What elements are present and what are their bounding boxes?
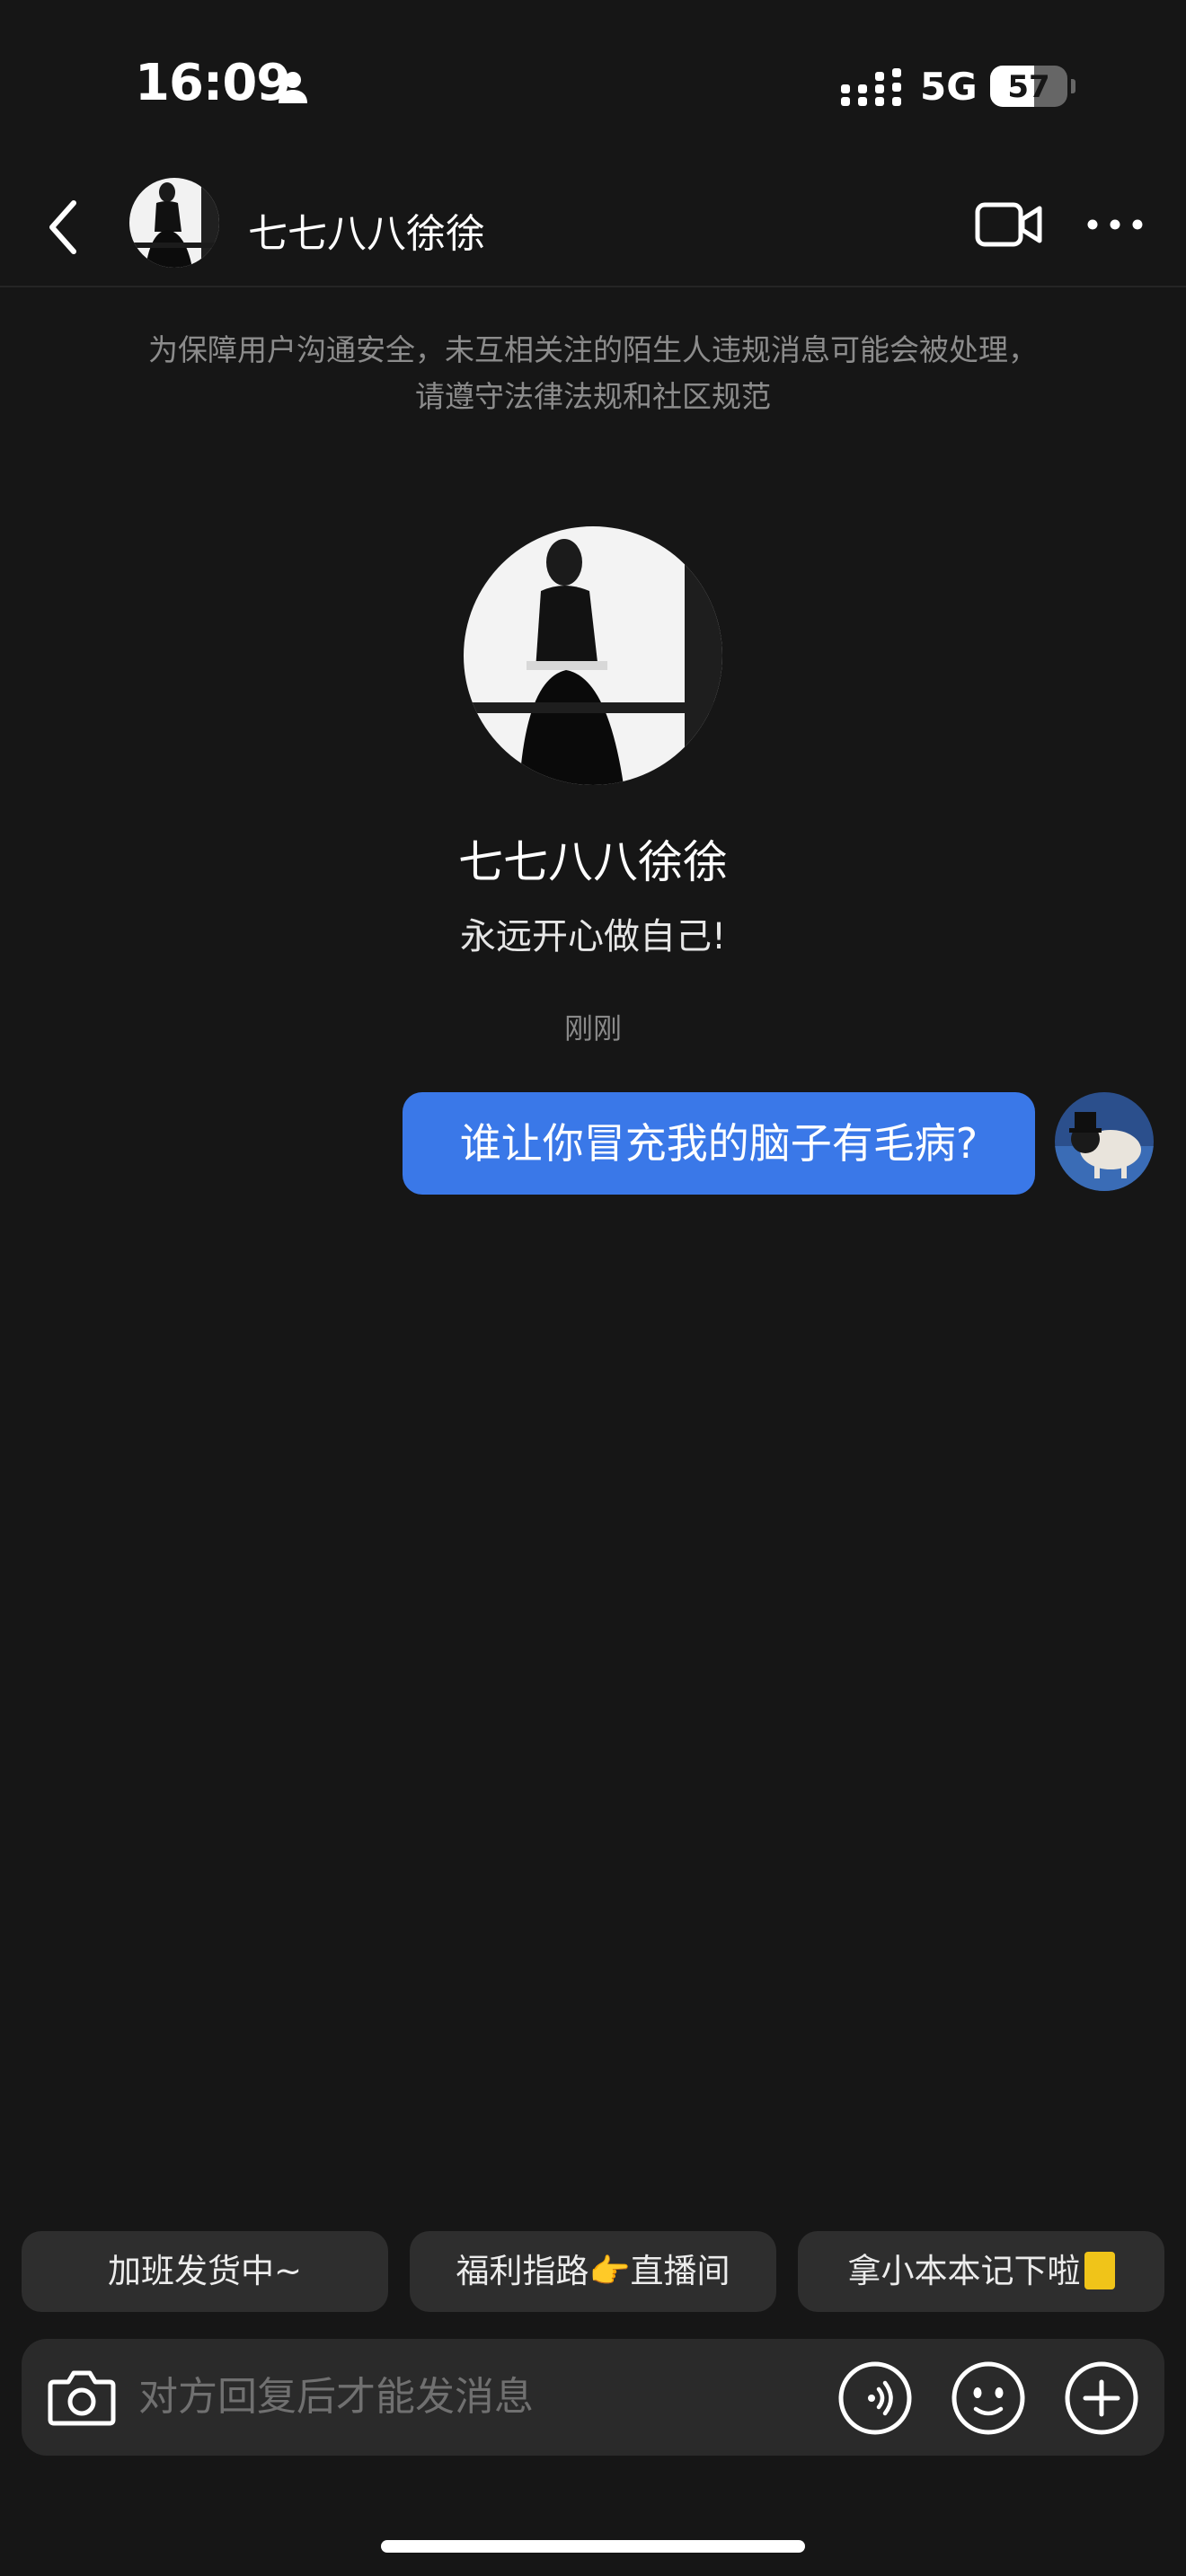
status-bar: 16:09 5G 57: [0, 0, 1186, 171]
quick-reply-text: 加班发货中~: [107, 2252, 302, 2290]
battery-level: 57: [1007, 69, 1050, 105]
status-time: 16:09: [135, 54, 291, 112]
my-avatar[interactable]: [1055, 1092, 1154, 1191]
chat-header: 七七八八徐徐: [0, 171, 1186, 287]
message-composer: 对方回复后才能发消息: [22, 2339, 1164, 2456]
composer-input[interactable]: 对方回复后才能发消息: [138, 2339, 534, 2456]
battery-icon: 57: [990, 66, 1067, 107]
quick-reply-chip[interactable]: 加班发货中~: [22, 2231, 388, 2312]
video-call-icon[interactable]: [975, 196, 1043, 253]
back-icon[interactable]: [40, 198, 93, 257]
more-icon[interactable]: [1084, 207, 1146, 243]
person-icon: [279, 72, 307, 103]
quick-reply-chip[interactable]: 福利指路👉直播间: [410, 2231, 776, 2312]
profile-bio: 永远开心做自己!: [459, 916, 727, 957]
message-bubble[interactable]: 谁让你冒充我的脑子有毛病?: [403, 1092, 1035, 1195]
quick-reply-text: 拿小本本记下啦: [847, 2252, 1081, 2290]
quick-reply-text: 直播间: [630, 2252, 730, 2290]
pointing-hand-icon: 👉: [589, 2252, 631, 2290]
signal-icon: [841, 68, 901, 106]
camera-icon[interactable]: [43, 2359, 120, 2436]
network-label: 5G: [920, 65, 978, 109]
profile-name: 七七八八徐徐: [458, 836, 728, 888]
safety-notice: 为保障用户沟通安全，未互相关注的陌生人违规消息可能会被处理，请遵守法律法规和社区…: [148, 332, 1038, 414]
chat-title: 七七八八徐徐: [248, 211, 485, 257]
battery-tip: [1071, 79, 1075, 93]
home-indicator[interactable]: [381, 2540, 805, 2553]
quick-reply-chip[interactable]: 拿小本本记下啦: [798, 2231, 1164, 2312]
quick-reply-text: 福利指路: [456, 2252, 589, 2290]
profile-avatar[interactable]: [464, 526, 722, 785]
voice-icon[interactable]: [837, 2360, 913, 2436]
notebook-icon: [1084, 2252, 1115, 2289]
message-timestamp: 刚刚: [563, 1011, 622, 1045]
avatar[interactable]: [129, 178, 219, 268]
plus-icon[interactable]: [1064, 2360, 1139, 2436]
emoji-icon[interactable]: [951, 2360, 1026, 2436]
